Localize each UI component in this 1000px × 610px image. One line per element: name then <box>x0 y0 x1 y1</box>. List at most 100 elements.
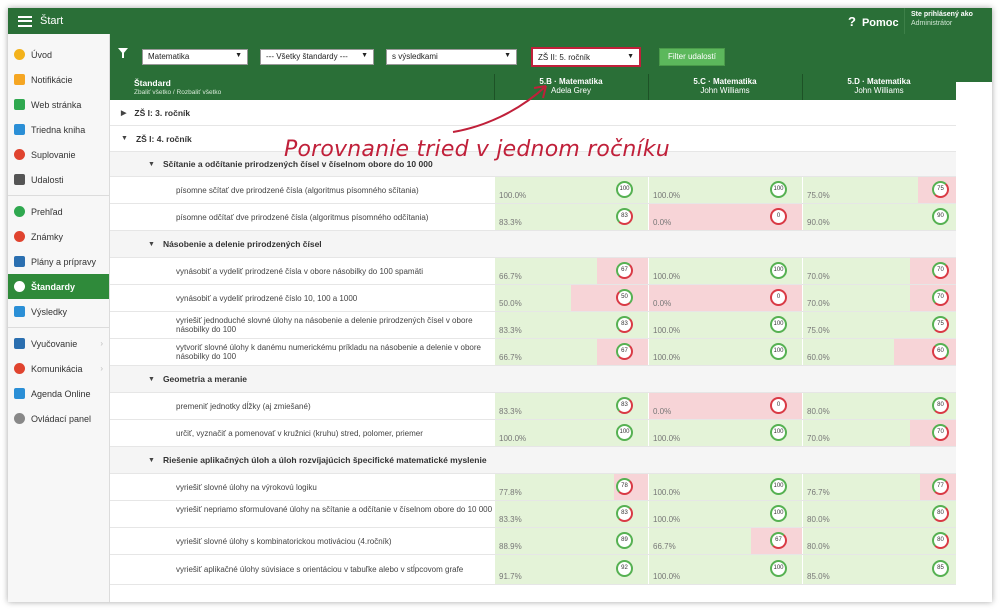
grade-select-value: ZŠ II: 5. ročník <box>538 53 591 62</box>
result-cell: 66.7% 67 <box>494 339 648 365</box>
chevron-right-icon: ▶ <box>121 109 127 117</box>
result-percent: 91.7% <box>499 572 522 581</box>
sidebar-item-label: Plány a prípravy <box>31 256 97 267</box>
sidebar-item-vyucovanie[interactable]: Vyučovanie › <box>8 331 109 356</box>
table-row[interactable]: vyriešiť slovné úlohy na výrokovú logiku… <box>110 474 956 501</box>
table-row[interactable]: vynásobiť a vydeliť prirodzené číslo 10,… <box>110 285 956 312</box>
table-row[interactable]: vyriešiť jednoduché slovné úlohy na náso… <box>110 312 956 339</box>
score-badge: 92 <box>616 560 633 577</box>
score-badge: 0 <box>770 208 787 225</box>
sidebar-divider <box>8 327 109 328</box>
subgroup-row[interactable]: ▼ Riešenie aplikačných úloh a úloh rozvíj… <box>110 447 956 474</box>
table-row[interactable]: vyriešiť slovné úlohy s kombinatorickou … <box>110 528 956 555</box>
sidebar-item-notifikacie[interactable]: Notifikácie <box>8 67 109 92</box>
result-cell: 100.0% 100 <box>648 474 802 500</box>
results-select[interactable]: s výsledkami ▼ <box>386 49 517 65</box>
sidebar-item-web[interactable]: Web stránka <box>8 92 109 117</box>
sidebar-item-prehlad[interactable]: Prehľad <box>8 199 109 224</box>
result-cell: 100.0% 100 <box>648 339 802 365</box>
result-cell: 80.0% 80 <box>802 501 956 527</box>
table-row[interactable]: vyriešiť nepriamo sformulované úlohy na … <box>110 501 956 528</box>
score-badge: 0 <box>770 289 787 306</box>
table-row[interactable]: písomne sčítať dve prirodzené čísla (alg… <box>110 177 956 204</box>
table-row[interactable]: určiť, vyznačiť a pomenovať v kružnici (… <box>110 420 956 447</box>
subgroup-label: Násobenie a delenie prirodzených čísel <box>162 239 322 249</box>
chevron-down-icon: ▼ <box>148 456 155 464</box>
top-bar: Štart ? Pomoc Ste prihlásený ako Administ… <box>8 8 992 34</box>
score-badge: 100 <box>770 181 787 198</box>
result-percent: 80.0% <box>807 515 830 524</box>
result-percent: 90.0% <box>807 218 830 227</box>
table-row[interactable]: premeniť jednotky dĺžky (aj zmiešané) 83… <box>110 393 956 420</box>
group-label: ZŠ I: 3. ročník <box>134 107 191 118</box>
table-row[interactable]: vyriešiť aplikačné úlohy súvisiace s ori… <box>110 555 956 585</box>
sidebar-item-udalosti[interactable]: Udalosti <box>8 167 109 192</box>
subgroup-label: Riešenie aplikačných úloh a úloh rozvíja… <box>162 455 487 465</box>
home-icon <box>14 99 25 110</box>
communication-icon <box>14 363 25 374</box>
result-percent: 88.9% <box>499 542 522 551</box>
result-percent: 83.3% <box>499 515 522 524</box>
result-percent: 100.0% <box>653 572 681 581</box>
sidebar-item-agenda[interactable]: Agenda Online <box>8 381 109 406</box>
sidebar-item-uvod[interactable]: Úvod <box>8 42 109 67</box>
sidebar-item-standardy[interactable]: Štandardy <box>8 274 109 299</box>
check-icon <box>14 206 25 217</box>
result-percent: 0.0% <box>653 299 672 308</box>
standard-description: vyriešiť slovné úlohy na výrokovú logiku <box>176 483 317 492</box>
subgroup-row[interactable]: ▼ Geometria a meranie <box>110 366 956 393</box>
result-cell: 83.3% 83 <box>494 312 648 338</box>
result-percent: 77.8% <box>499 488 522 497</box>
sidebar-item-label: Výsledky <box>31 306 68 317</box>
score-badge: 100 <box>770 262 787 279</box>
collapse-expand-all-link[interactable]: Zbaliť všetko / Rozbaliť všetko <box>134 89 221 96</box>
score-badge: 0 <box>770 397 787 414</box>
grade-select[interactable]: ZŠ II: 5. ročník ▼ <box>531 47 641 67</box>
subgroup-row[interactable]: ▼ Násobenie a delenie prirodzených čísel <box>110 231 956 258</box>
column-header-5d[interactable]: 5.D · Matematika John Williams <box>802 77 956 95</box>
result-percent: 100.0% <box>499 191 527 200</box>
sidebar-item-suplovanie[interactable]: Suplovanie <box>8 142 109 167</box>
standard-description: určiť, vyznačiť a pomenovať v kružnici (… <box>176 429 423 438</box>
filter-events-button[interactable]: Filter udalostí <box>659 48 725 66</box>
chevron-right-icon: › <box>100 339 103 348</box>
standards-select[interactable]: --- Všetky štandardy --- ▼ <box>260 49 374 65</box>
result-percent: 66.7% <box>499 272 522 281</box>
chevron-down-icon: ▼ <box>121 135 128 142</box>
result-cell: 100.0% 100 <box>648 312 802 338</box>
result-percent: 76.7% <box>807 488 830 497</box>
column-header-5c[interactable]: 5.C · Matematika John Williams <box>648 77 802 95</box>
caret-down-icon: ▼ <box>504 52 511 59</box>
table-row[interactable]: vytvoriť slovné úlohy k danému numerické… <box>110 339 956 366</box>
sidebar-item-komunikacia[interactable]: Komunikácia › <box>8 356 109 381</box>
sidebar-item-znamky[interactable]: Známky <box>8 224 109 249</box>
sidebar-item-triedna-kniha[interactable]: Triedna kniha <box>8 117 109 142</box>
app-title: Štart <box>40 15 64 27</box>
score-badge: 60 <box>932 343 949 360</box>
sidebar-item-label: Agenda Online <box>31 388 91 399</box>
results-icon <box>14 306 25 317</box>
help-button[interactable]: ? Pomoc <box>848 14 899 29</box>
sidebar-item-plany[interactable]: Plány a prípravy <box>8 249 109 274</box>
standard-description: vyriešiť nepriamo sformulované úlohy na … <box>176 505 493 514</box>
result-percent: 100.0% <box>653 353 681 362</box>
result-cell: 50.0% 50 <box>494 285 648 311</box>
table-row[interactable]: písomne odčítať dve prirodzené čísla (al… <box>110 204 956 231</box>
user-menu[interactable]: Ste prihlásený ako Administrátor <box>904 8 992 34</box>
result-percent: 83.3% <box>499 407 522 416</box>
chevron-down-icon: ▼ <box>148 375 155 383</box>
result-percent: 80.0% <box>807 542 830 551</box>
score-badge: 83 <box>616 505 633 522</box>
score-badge: 83 <box>616 316 633 333</box>
score-badge: 70 <box>932 424 949 441</box>
sidebar-item-vysledky[interactable]: Výsledky <box>8 299 109 324</box>
sidebar-item-label: Vyučovanie <box>31 338 78 349</box>
caret-down-icon: ▼ <box>627 53 634 60</box>
menu-icon[interactable] <box>18 15 32 27</box>
standard-description: písomne sčítať dve prirodzené čísla (alg… <box>176 186 419 195</box>
standard-description: premeniť jednotky dĺžky (aj zmiešané) <box>176 402 311 411</box>
table-row[interactable]: vynásobiť a vydeliť prirodzené čísla v o… <box>110 258 956 285</box>
subject-select[interactable]: Matematika ▼ <box>142 49 248 65</box>
sidebar-item-ovladaci-panel[interactable]: Ovládací panel <box>8 406 109 431</box>
standard-description: vyriešiť slovné úlohy s kombinatorickou … <box>176 537 392 546</box>
